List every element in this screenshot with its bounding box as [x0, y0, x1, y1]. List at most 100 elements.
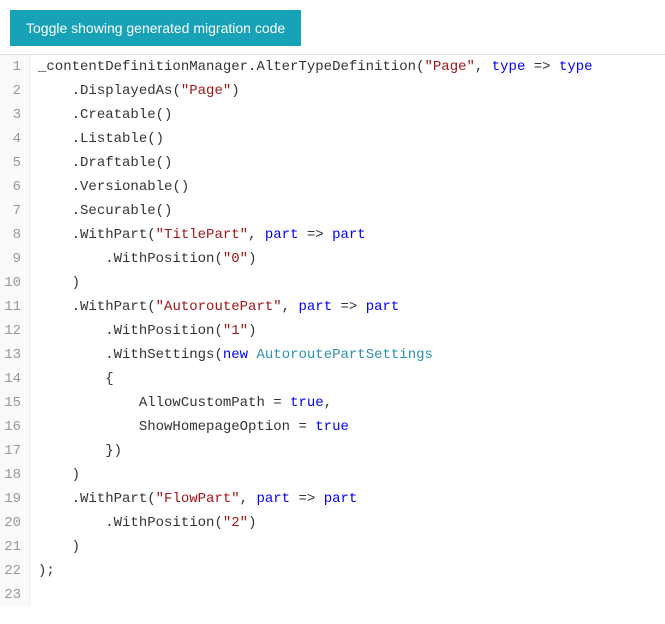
code-line: 5 .Draftable(): [0, 151, 665, 175]
line-number: 22: [0, 559, 30, 583]
line-number: 16: [0, 415, 30, 439]
line-content: .WithPosition("2"): [30, 511, 256, 535]
token-punct: .: [38, 347, 114, 363]
line-content: .Versionable(): [30, 175, 189, 199]
token-punct: );: [38, 563, 55, 579]
token-punct: .: [38, 203, 80, 219]
token-punct: .: [38, 227, 80, 243]
token-punct: (: [147, 491, 155, 507]
token-string: "Page": [425, 59, 475, 75]
line-number: 19: [0, 487, 30, 511]
token-punct: (: [147, 227, 155, 243]
line-number: 14: [0, 367, 30, 391]
code-line: 20 .WithPosition("2"): [0, 511, 665, 535]
line-number: 2: [0, 79, 30, 103]
code-line: 1_contentDefinitionManager.AlterTypeDefi…: [0, 55, 665, 79]
token-punct: .: [38, 323, 114, 339]
token-string: "FlowPart": [156, 491, 240, 507]
token-string: "Page": [181, 83, 231, 99]
token-punct: =: [290, 419, 315, 435]
token-punct: ): [38, 539, 80, 555]
line-number: 21: [0, 535, 30, 559]
token-type: AutoroutePartSettings: [256, 347, 432, 363]
token-punct: ): [248, 323, 256, 339]
line-number: 23: [0, 583, 30, 607]
token-punct: .: [38, 491, 80, 507]
line-content: ShowHomepageOption = true: [30, 415, 349, 439]
token-punct: ): [248, 515, 256, 531]
token-punct: }): [38, 443, 122, 459]
code-line: 3 .Creatable(): [0, 103, 665, 127]
token-punct: =>: [332, 299, 366, 315]
token-keyword: true: [315, 419, 349, 435]
code-line: 16 ShowHomepageOption = true: [0, 415, 665, 439]
token-keyword: new: [223, 347, 248, 363]
line-content: ): [30, 463, 80, 487]
token-punct: {: [38, 371, 114, 387]
line-number: 13: [0, 343, 30, 367]
code-block: 1_contentDefinitionManager.AlterTypeDefi…: [0, 54, 665, 607]
line-number: 6: [0, 175, 30, 199]
code-line: 19 .WithPart("FlowPart", part => part: [0, 487, 665, 511]
token-punct: ,: [248, 227, 265, 243]
line-content: .Securable(): [30, 199, 172, 223]
token-ident: Listable: [80, 131, 147, 147]
token-punct: (): [172, 179, 189, 195]
token-keyword: part: [256, 491, 290, 507]
line-number: 17: [0, 439, 30, 463]
token-keyword: part: [298, 299, 332, 315]
token-punct: .: [38, 515, 114, 531]
line-content: .WithSettings(new AutoroutePartSettings: [30, 343, 433, 367]
line-content: .Listable(): [30, 127, 164, 151]
code-line: 22);: [0, 559, 665, 583]
line-content: ): [30, 271, 80, 295]
token-ident: AllowCustomPath: [139, 395, 265, 411]
toggle-migration-code-button[interactable]: Toggle showing generated migration code: [10, 10, 301, 46]
token-punct: [38, 395, 139, 411]
token-punct: .: [38, 83, 80, 99]
token-ident: WithPosition: [114, 323, 215, 339]
code-line: 11 .WithPart("AutoroutePart", part => pa…: [0, 295, 665, 319]
code-line: 14 {: [0, 367, 665, 391]
code-line: 10 ): [0, 271, 665, 295]
token-ident: DisplayedAs: [80, 83, 172, 99]
token-punct: =>: [290, 491, 324, 507]
token-ident: AlterTypeDefinition: [256, 59, 416, 75]
token-ident: Creatable: [80, 107, 156, 123]
token-punct: =>: [298, 227, 332, 243]
line-content: }): [30, 439, 122, 463]
token-punct: (: [214, 515, 222, 531]
token-punct: (): [156, 107, 173, 123]
line-number: 8: [0, 223, 30, 247]
line-content: .WithPart("FlowPart", part => part: [30, 487, 357, 511]
token-string: "0": [223, 251, 248, 267]
token-string: "2": [223, 515, 248, 531]
token-punct: (: [416, 59, 424, 75]
line-number: 15: [0, 391, 30, 415]
token-punct: ,: [282, 299, 299, 315]
token-punct: ): [38, 275, 80, 291]
token-punct: ,: [324, 395, 332, 411]
token-keyword: part: [265, 227, 299, 243]
line-number: 3: [0, 103, 30, 127]
token-string: "AutoroutePart": [156, 299, 282, 315]
code-line: 8 .WithPart("TitlePart", part => part: [0, 223, 665, 247]
token-keyword: type: [559, 59, 593, 75]
token-punct: (): [156, 155, 173, 171]
token-ident: WithPart: [80, 491, 147, 507]
line-content: AllowCustomPath = true,: [30, 391, 332, 415]
token-punct: ,: [240, 491, 257, 507]
line-number: 20: [0, 511, 30, 535]
code-line: 13 .WithSettings(new AutoroutePartSettin…: [0, 343, 665, 367]
token-punct: .: [38, 299, 80, 315]
line-number: 12: [0, 319, 30, 343]
token-punct: (: [214, 251, 222, 267]
token-punct: [38, 419, 139, 435]
token-punct: (): [156, 203, 173, 219]
code-line: 12 .WithPosition("1"): [0, 319, 665, 343]
line-number: 9: [0, 247, 30, 271]
token-keyword: type: [492, 59, 526, 75]
token-ident: WithPosition: [114, 515, 215, 531]
token-punct: .: [38, 179, 80, 195]
token-punct: ): [38, 467, 80, 483]
